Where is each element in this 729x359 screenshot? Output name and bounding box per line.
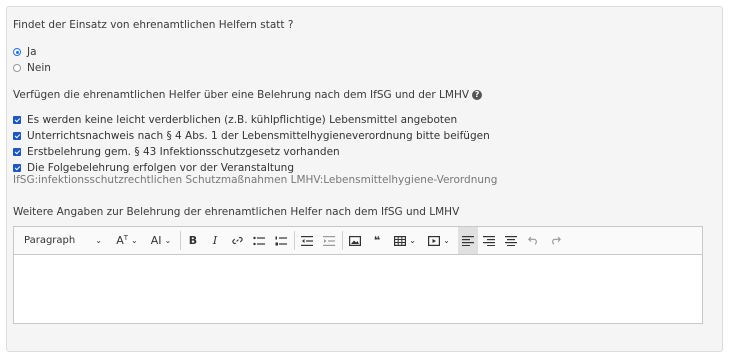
font-family-dropdown[interactable]: AI ⌄ xyxy=(146,227,176,254)
checkbox-option-4[interactable]: Die Folgebelehrung erfolgen vor der Vera… xyxy=(13,161,294,175)
checkbox-2[interactable] xyxy=(13,132,21,140)
checkbox-label-2: Unterrichtsnachweis nach § 4 Abs. 1 der … xyxy=(27,130,490,142)
font-size-dropdown[interactable]: A T ⌄ xyxy=(112,227,142,254)
indent-icon xyxy=(323,235,335,246)
table-icon xyxy=(394,235,407,246)
question-instruction-text: Verfügen die ehrenamtlichen Helfer über … xyxy=(13,89,470,101)
chevron-down-icon: ⌄ xyxy=(443,236,450,245)
checkbox-3[interactable] xyxy=(13,148,21,156)
insert-image-button[interactable] xyxy=(346,227,364,254)
rich-text-editor[interactable]: Paragraph ⌄ A T ⌄ AI ⌄ B I ❝ ⌄ ⌄ xyxy=(13,226,703,324)
radio-option-nein[interactable]: Nein xyxy=(13,61,51,75)
checkbox-1[interactable] xyxy=(13,116,21,124)
checkbox-option-1[interactable]: Es werden keine leicht verderblichen (z.… xyxy=(13,113,457,127)
undo-button[interactable] xyxy=(524,227,542,254)
font-size-icon: A xyxy=(116,234,124,247)
paragraph-dropdown[interactable]: Paragraph ⌄ xyxy=(20,227,106,254)
blockquote-icon: ❝ xyxy=(373,234,381,247)
italic-icon: I xyxy=(212,234,218,247)
checkbox-label-1: Es werden keine leicht verderblichen (z.… xyxy=(27,114,458,126)
question-circle-icon[interactable]: ? xyxy=(472,90,483,100)
indent-button[interactable] xyxy=(320,227,338,254)
chevron-down-icon: ⌄ xyxy=(409,236,416,245)
font-family-icon: AI xyxy=(150,234,162,247)
bold-button[interactable]: B xyxy=(184,227,202,254)
align-right-button[interactable] xyxy=(480,227,498,254)
link-button[interactable] xyxy=(228,227,246,254)
link-icon xyxy=(231,237,243,244)
radio-label-nein: Nein xyxy=(27,62,51,74)
chevron-down-icon: ⌄ xyxy=(95,236,102,245)
abbreviation-hint: IfSG:infektionsschutzrechtlichen Schutzm… xyxy=(13,174,498,186)
editor-content-area[interactable] xyxy=(14,255,702,323)
radio-option-ja[interactable]: Ja xyxy=(13,45,37,59)
outdent-icon xyxy=(301,235,313,246)
checkbox-label-3: Erstbelehrung gem. § 43 Infektionsschutz… xyxy=(27,146,340,158)
radio-button-ja[interactable] xyxy=(13,48,21,56)
bold-icon: B xyxy=(188,234,198,247)
checkbox-option-3[interactable]: Erstbelehrung gem. § 43 Infektionsschutz… xyxy=(13,145,340,159)
radio-label-ja: Ja xyxy=(27,46,37,58)
align-center-button[interactable] xyxy=(502,227,520,254)
numbered-list-icon xyxy=(275,236,287,245)
radio-button-nein[interactable] xyxy=(13,64,21,72)
italic-button[interactable]: I xyxy=(206,227,224,254)
checkbox-label-4: Die Folgebelehrung erfolgen vor der Vera… xyxy=(27,162,294,174)
toolbar-separator xyxy=(180,231,181,250)
toolbar-separator xyxy=(342,231,343,250)
media-icon xyxy=(428,235,441,246)
chevron-down-icon: ⌄ xyxy=(131,236,138,245)
outdent-button[interactable] xyxy=(298,227,316,254)
bullet-list-button[interactable] xyxy=(250,227,268,254)
insert-media-button[interactable]: ⌄ xyxy=(424,227,454,254)
blockquote-button[interactable]: ❝ xyxy=(368,227,386,254)
question-instruction-label: Verfügen die ehrenamtlichen Helfer über … xyxy=(13,89,483,101)
editor-toolbar: Paragraph ⌄ A T ⌄ AI ⌄ B I ❝ ⌄ ⌄ xyxy=(14,227,702,255)
redo-icon xyxy=(551,236,561,245)
checkbox-4[interactable] xyxy=(13,164,21,172)
image-icon xyxy=(349,235,361,246)
paragraph-label: Paragraph xyxy=(24,235,76,246)
redo-button[interactable] xyxy=(546,227,564,254)
question-details-label: Weitere Angaben zur Belehrung der ehrena… xyxy=(13,206,460,218)
question-helpers-label: Findet der Einsatz von ehrenamtlichen He… xyxy=(13,19,294,31)
undo-icon xyxy=(527,236,537,245)
toolbar-separator xyxy=(294,231,295,250)
chevron-down-icon: ⌄ xyxy=(164,236,172,245)
bullet-list-icon xyxy=(253,236,265,245)
align-right-icon xyxy=(483,235,495,246)
numbered-list-button[interactable] xyxy=(272,227,290,254)
checkbox-option-2[interactable]: Unterrichtsnachweis nach § 4 Abs. 1 der … xyxy=(13,129,490,143)
align-center-icon xyxy=(505,235,517,246)
font-size-superscript-icon: T xyxy=(123,233,129,242)
insert-table-button[interactable]: ⌄ xyxy=(390,227,420,254)
align-left-icon xyxy=(462,235,474,246)
align-left-button[interactable] xyxy=(458,227,478,254)
